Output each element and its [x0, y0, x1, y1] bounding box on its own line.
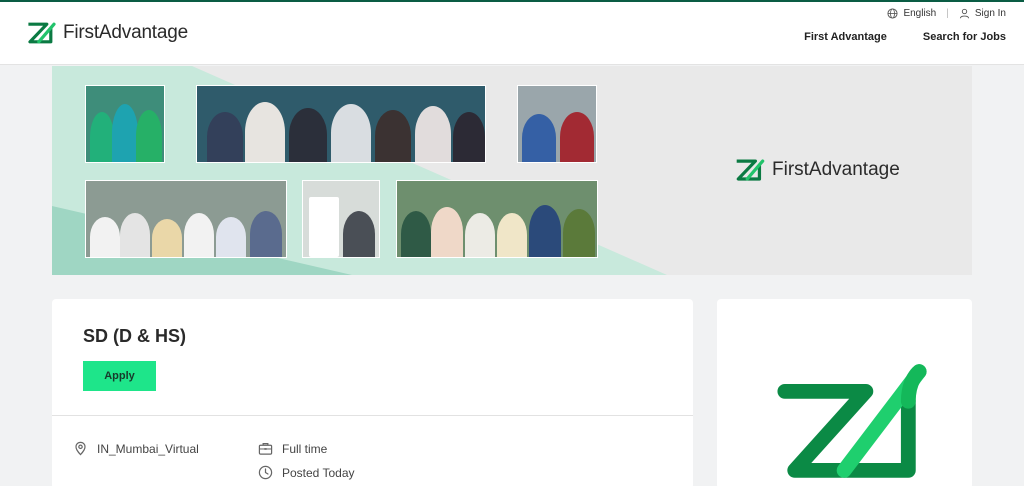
team-photo [196, 85, 486, 163]
first-advantage-logo-icon [777, 364, 927, 478]
banner-brand-name: FirstAdvantage [772, 159, 900, 180]
apply-button[interactable]: Apply [83, 361, 156, 391]
team-photo [302, 180, 380, 258]
team-photo [396, 180, 598, 258]
utility-nav: English | Sign In [887, 8, 1006, 19]
banner-logo: FirstAdvantage [734, 157, 900, 183]
site-header: FirstAdvantage English | Sign In First A… [0, 2, 1024, 65]
employment-type-text: Full time [282, 441, 328, 456]
first-advantage-logo-icon [28, 22, 56, 44]
language-label: English [903, 8, 937, 19]
company-logo-card [717, 299, 972, 486]
briefcase-icon [258, 443, 273, 455]
globe-icon [887, 8, 898, 19]
team-photo [85, 85, 165, 163]
map-pin-icon [75, 441, 86, 456]
team-photo [517, 85, 597, 163]
main-nav: First Advantage Search for Jobs [768, 31, 1006, 43]
job-details-card: SD (D & HS) Apply IN_Mumbai_Virtual Full… [52, 299, 693, 486]
nav-search-for-jobs[interactable]: Search for Jobs [923, 31, 1006, 43]
job-location: IN_Mumbai_Virtual [73, 441, 199, 456]
job-employment-type: Full time [258, 441, 327, 456]
job-posted-date: Posted Today [258, 465, 355, 480]
card-divider [52, 415, 693, 416]
clock-icon [258, 465, 273, 480]
hero-banner: FirstAdvantage [52, 66, 972, 275]
language-selector[interactable]: English [887, 8, 936, 19]
team-photo [85, 180, 287, 258]
sign-in-label: Sign In [974, 8, 1006, 19]
brand-name: FirstAdvantage [63, 22, 188, 43]
user-icon [959, 8, 969, 19]
posted-text: Posted Today [282, 465, 355, 480]
location-text: IN_Mumbai_Virtual [97, 441, 199, 456]
utility-separator: | [946, 8, 949, 19]
nav-first-advantage[interactable]: First Advantage [804, 31, 887, 43]
job-title: SD (D & HS) [83, 326, 186, 346]
brand-logo[interactable]: FirstAdvantage [26, 20, 188, 46]
sign-in-link[interactable]: Sign In [959, 8, 1006, 19]
first-advantage-logo-icon [736, 159, 765, 181]
